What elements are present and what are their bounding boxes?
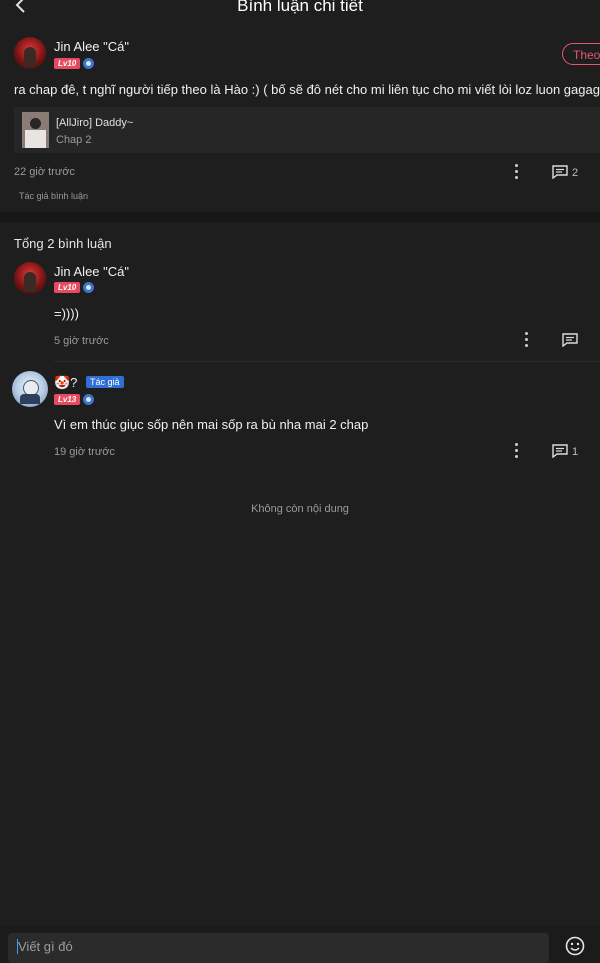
level-badge: Lv13 xyxy=(54,394,81,405)
comment-author[interactable]: Jin Alee "Cá" xyxy=(54,39,129,54)
reply-text: =)))) xyxy=(54,306,79,321)
follow-button[interactable]: Theo xyxy=(562,43,600,65)
avatar-figure xyxy=(24,272,36,292)
thumbnail-head xyxy=(30,118,41,129)
more-options-icon[interactable] xyxy=(524,332,528,348)
reply-time: 5 giờ trước xyxy=(54,335,109,347)
reply-count: 2 xyxy=(572,167,579,179)
avatar-figure-body xyxy=(20,394,40,404)
verified-shield-icon xyxy=(83,394,94,405)
reply-separator xyxy=(54,361,600,362)
author-badge: Tác giả xyxy=(86,376,124,388)
comment-input-placeholder: Viết gì đó xyxy=(18,939,73,954)
comment-time: 22 giờ trước xyxy=(14,166,75,178)
level-badge: Lv10 xyxy=(54,58,81,69)
reply-author[interactable]: 🤡? xyxy=(54,375,77,391)
section-divider xyxy=(0,212,600,222)
author-tag: Tác giả bình luận xyxy=(19,191,89,201)
comment-input[interactable] xyxy=(8,933,549,963)
more-options-icon[interactable] xyxy=(514,164,518,180)
reply-count: 1 xyxy=(572,446,579,458)
reply-text: Vì em thúc giục sốp nên mai sốp ra bù nh… xyxy=(54,417,369,432)
manga-chapter: Chap 2 xyxy=(56,134,92,146)
reply-icon[interactable] xyxy=(552,165,568,179)
avatar[interactable] xyxy=(14,262,46,294)
comment-text: ra chap đê, t nghĩ người tiếp theo là Hà… xyxy=(14,82,600,97)
emoji-icon[interactable] xyxy=(565,936,585,956)
page-title: Bình luận chi tiết xyxy=(237,0,363,15)
linked-manga-card[interactable] xyxy=(14,107,600,153)
avatar[interactable] xyxy=(12,371,48,407)
more-options-icon[interactable] xyxy=(514,443,518,459)
avatar-figure xyxy=(24,47,36,67)
manga-thumbnail xyxy=(22,112,49,148)
end-of-content-note: Không còn nội dung xyxy=(251,503,349,515)
manga-title: [AllJiro] Daddy~ xyxy=(56,117,134,129)
reply-author[interactable]: Jin Alee "Cá" xyxy=(54,264,129,279)
avatar[interactable] xyxy=(14,37,46,69)
thumbnail-body xyxy=(25,130,46,148)
replies-count-title: Tổng 2 bình luận xyxy=(14,236,112,251)
reply-icon[interactable] xyxy=(562,333,578,347)
level-badge: Lv10 xyxy=(54,282,81,293)
reply-time: 19 giờ trước xyxy=(54,446,115,458)
verified-shield-icon xyxy=(83,282,94,293)
reply-icon[interactable] xyxy=(552,444,568,458)
verified-shield-icon xyxy=(83,58,94,69)
